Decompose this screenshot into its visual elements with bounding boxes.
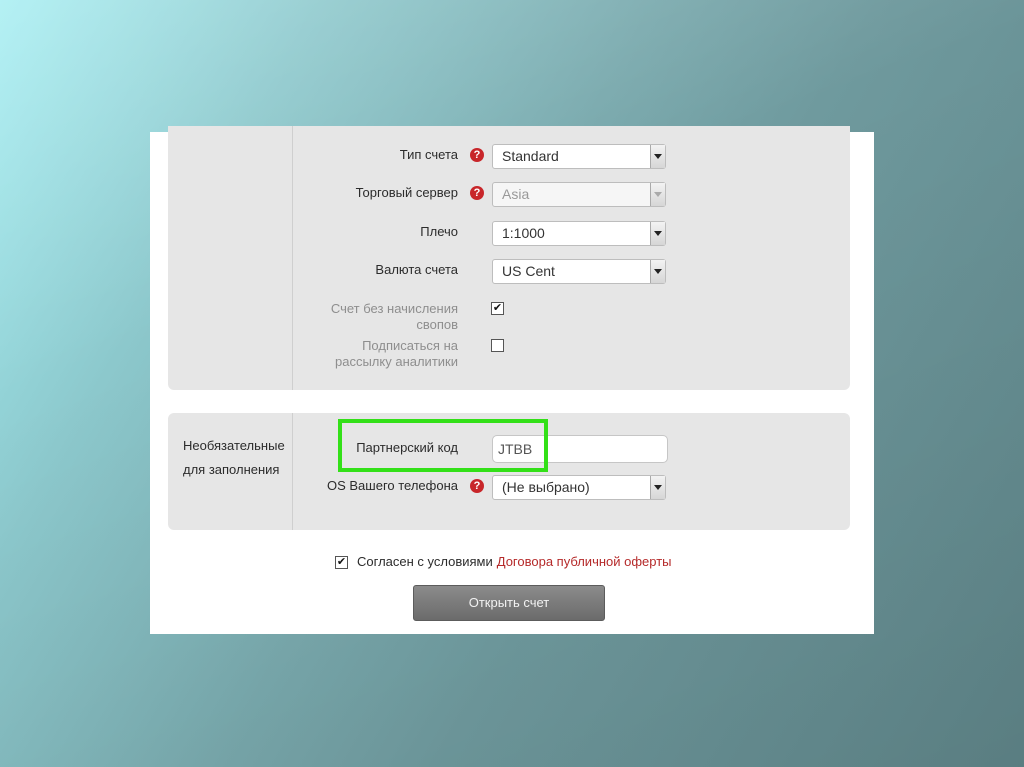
swap-free-label-line2: свопов — [416, 317, 458, 332]
account-type-help-icon[interactable]: ? — [470, 148, 484, 162]
currency-value: US Cent — [502, 263, 555, 279]
chevron-down-icon — [650, 476, 665, 499]
partner-code-highlight-frame — [338, 419, 548, 472]
currency-select[interactable]: US Cent — [492, 259, 666, 284]
consent-text: Согласен с условиями — [357, 554, 493, 569]
leverage-value: 1:1000 — [502, 225, 545, 241]
subscribe-label: Подписаться на рассылку аналитики — [150, 338, 458, 370]
offer-agreement-link[interactable]: Договора публичной оферты — [497, 554, 672, 569]
chevron-down-icon — [650, 222, 665, 245]
phone-os-select[interactable]: (Не выбрано) — [492, 475, 666, 500]
account-type-label: Тип счета — [399, 147, 458, 162]
leverage-select[interactable]: 1:1000 — [492, 221, 666, 246]
trade-server-label: Торговый сервер — [355, 185, 458, 200]
open-account-button[interactable]: Открыть счет — [413, 585, 605, 621]
phone-os-label: OS Вашего телефона — [326, 478, 458, 493]
chevron-down-icon — [650, 183, 665, 206]
consent-checkbox[interactable]: ✔ — [335, 556, 348, 569]
subscribe-checkbox[interactable] — [491, 339, 504, 352]
phone-os-value: (Не выбрано) — [502, 479, 590, 495]
leverage-label: Плечо — [420, 224, 458, 239]
trade-server-value: Asia — [502, 186, 530, 202]
chevron-down-icon — [650, 260, 665, 283]
account-type-select[interactable]: Standard — [492, 144, 666, 169]
account-type-value: Standard — [502, 148, 559, 164]
phone-os-help-icon[interactable]: ? — [470, 479, 484, 493]
chevron-down-icon — [650, 145, 665, 168]
subscribe-label-line2: рассылку аналитики — [335, 354, 458, 369]
account-form-sheet: Тип счета ? Standard Торговый сервер ? A… — [150, 126, 874, 634]
trade-server-help-icon[interactable]: ? — [470, 186, 484, 200]
swap-free-label-line1: Счет без начисления — [330, 301, 458, 316]
trade-server-select[interactable]: Asia — [492, 182, 666, 207]
subscribe-label-line1: Подписаться на — [362, 338, 458, 353]
currency-label: Валюта счета — [375, 262, 458, 277]
consent-text-wrap: Согласен с условиями Договора публичной о… — [357, 554, 672, 570]
swap-free-checkbox[interactable]: ✔ — [491, 302, 504, 315]
swap-free-label: Счет без начисления свопов — [150, 301, 458, 333]
